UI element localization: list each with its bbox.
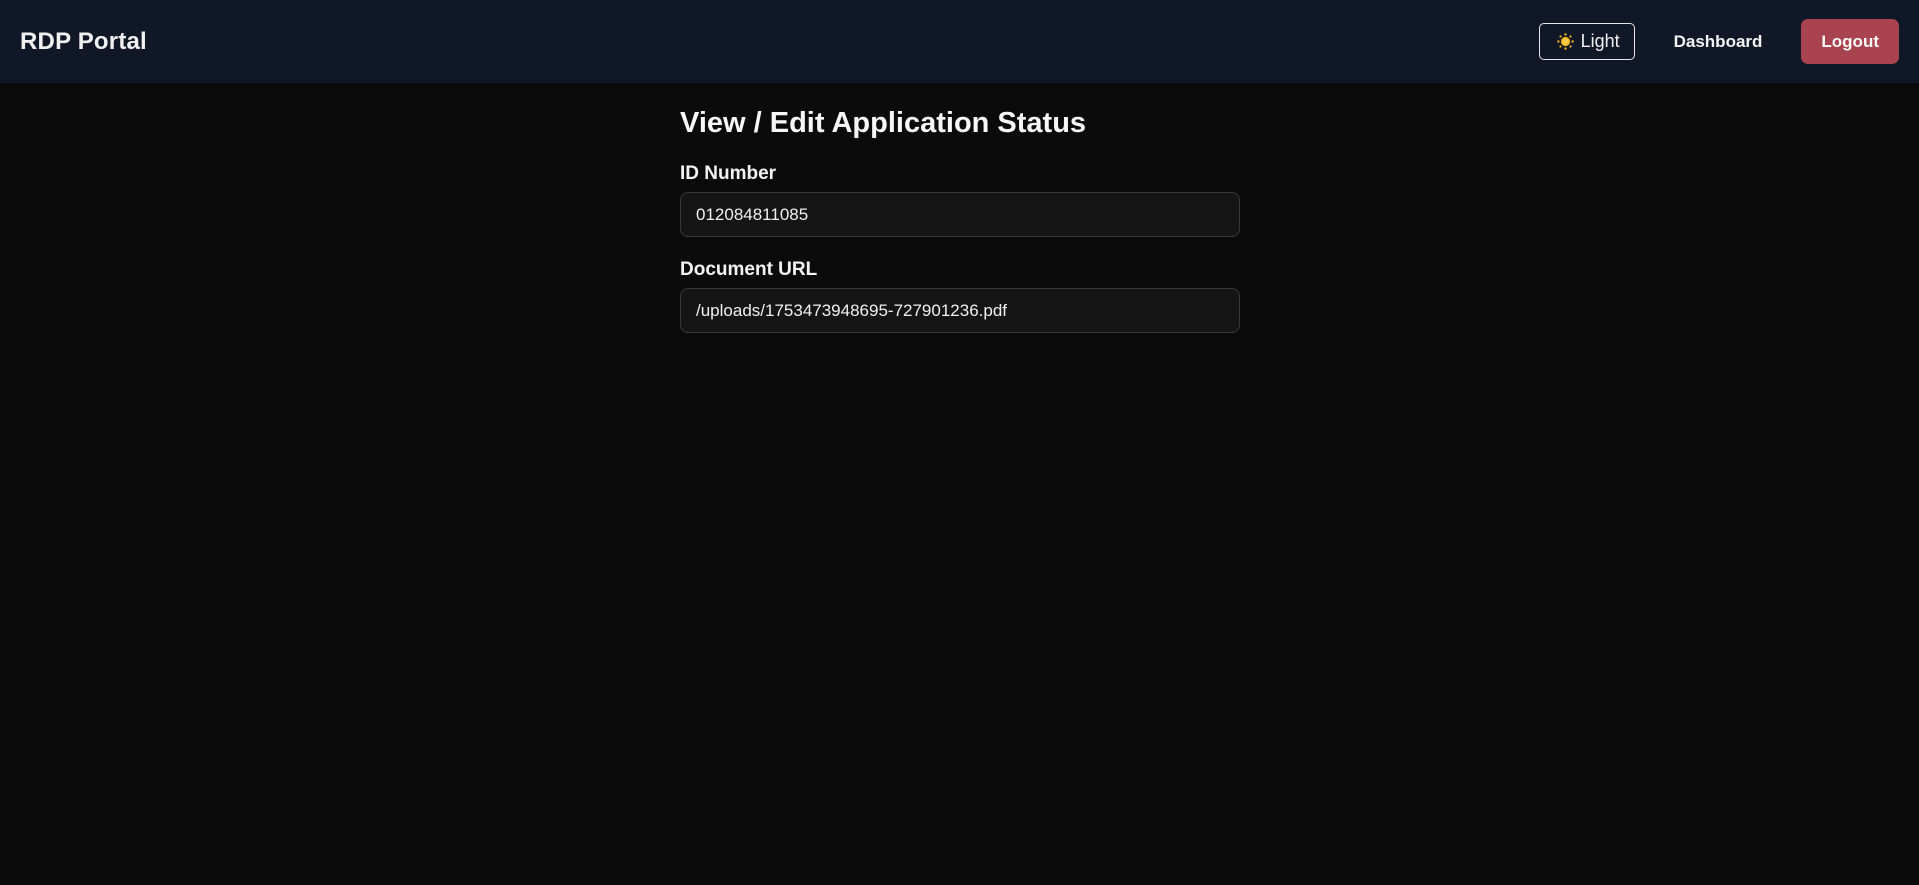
id-number-label: ID Number <box>680 163 777 185</box>
sun-icon <box>1556 33 1574 50</box>
theme-toggle-label: Light <box>1580 31 1620 51</box>
theme-toggle-button[interactable]: Light <box>1538 23 1635 60</box>
top-navbar: RDP Portal Light Dashboard Logout <box>0 0 1919 83</box>
main-content: View / Edit Application Status ID Number… <box>680 83 1240 334</box>
nav-actions: Light Dashboard Logout <box>1538 0 1899 83</box>
page-title: View / Edit Application Status <box>680 107 1087 139</box>
document-url-field[interactable] <box>680 288 1240 334</box>
logout-button[interactable]: Logout <box>1801 19 1899 64</box>
dashboard-link[interactable]: Dashboard <box>1674 32 1763 52</box>
document-url-label: Document URL <box>680 259 818 281</box>
id-number-field[interactable] <box>680 192 1240 238</box>
brand-title: RDP Portal <box>20 27 147 55</box>
